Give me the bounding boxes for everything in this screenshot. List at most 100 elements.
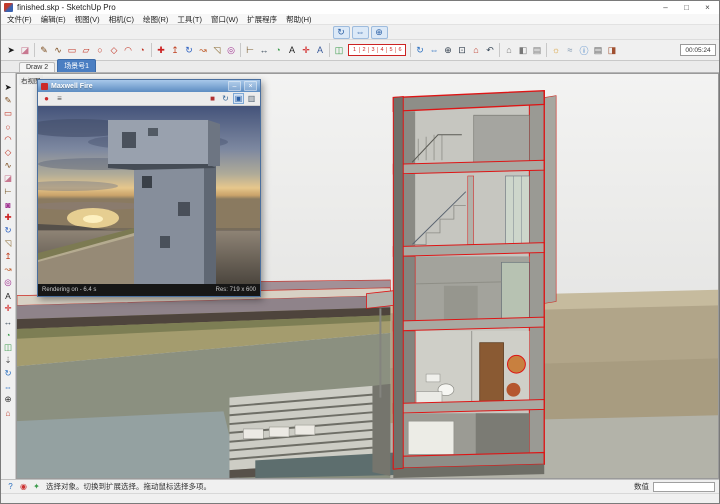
- zoom-extents-tool-icon[interactable]: ⌂: [469, 42, 483, 58]
- section-plane-tool-icon: ◫: [335, 45, 344, 56]
- front-view-icon[interactable]: ⌂: [502, 42, 516, 58]
- circle-tool-icon: ○: [5, 122, 10, 132]
- zoom-camera-icon[interactable]: ⊕: [371, 26, 388, 39]
- orbit-camera-icon[interactable]: ↻: [333, 26, 350, 39]
- line-tool-icon[interactable]: ✎: [37, 42, 51, 58]
- save-image-icon[interactable]: ▣: [233, 93, 244, 104]
- menu-item-1[interactable]: 文件(F): [7, 14, 32, 25]
- paint-bucket-tool-icon[interactable]: ◙: [1, 198, 15, 211]
- circle-tool-icon[interactable]: ○: [93, 42, 107, 58]
- walk-tool-icon[interactable]: ⇣: [1, 354, 15, 367]
- move-tool-icon[interactable]: ✚: [154, 42, 168, 58]
- info-icon[interactable]: ⓘ: [577, 42, 591, 58]
- dimension-tool-icon[interactable]: ↔: [1, 315, 15, 328]
- zoom-window-tool-icon[interactable]: ⊡: [455, 42, 469, 58]
- circle-tool-icon[interactable]: ○: [1, 120, 15, 133]
- axes-tool-icon[interactable]: ✛: [299, 42, 313, 58]
- dimension-tool-icon[interactable]: ↔: [257, 42, 271, 58]
- orbit-tool-icon[interactable]: ↻: [1, 367, 15, 380]
- arc-tool-icon[interactable]: ◠: [1, 133, 15, 146]
- section-plane-tool-icon[interactable]: ◫: [332, 42, 346, 58]
- iso-view-icon[interactable]: ◧: [516, 42, 530, 58]
- render-minimize-button[interactable]: –: [228, 81, 241, 91]
- shadows-toggle-icon[interactable]: ☼: [549, 42, 563, 58]
- render-close-button[interactable]: ×: [244, 81, 257, 91]
- tape-measure-tool-icon[interactable]: ⊢: [243, 42, 257, 58]
- pan-camera-icon[interactable]: ⇔: [352, 26, 369, 39]
- materials-icon[interactable]: ◨: [605, 42, 619, 58]
- maxwell-logo-icon[interactable]: ●: [41, 93, 52, 104]
- zoom-tool-icon[interactable]: ⊕: [1, 393, 15, 406]
- geolocation-icon[interactable]: ◉: [18, 481, 29, 492]
- maxwell-fire-window[interactable]: Maxwell Fire – × ●≡ ■↻▣▥: [37, 79, 261, 297]
- polygon-tool-icon[interactable]: ◇: [1, 146, 15, 159]
- offset-tool-icon[interactable]: ◎: [1, 276, 15, 289]
- eraser-tool-icon[interactable]: ◪: [1, 172, 15, 185]
- line-scale-selector[interactable]: 123456: [348, 44, 406, 56]
- protractor-tool-icon[interactable]: ◔: [271, 42, 285, 58]
- close-button[interactable]: ×: [699, 2, 716, 14]
- channels-icon[interactable]: ▥: [246, 93, 257, 104]
- polygon-tool-icon[interactable]: ◇: [107, 42, 121, 58]
- line-tool-icon[interactable]: ✎: [1, 94, 15, 107]
- render-window-title-bar[interactable]: Maxwell Fire – ×: [38, 80, 260, 92]
- push-pull-tool-icon[interactable]: ↥: [168, 42, 182, 58]
- menu-item-7[interactable]: 窗口(W): [211, 14, 238, 25]
- pie-tool-icon[interactable]: ◔: [135, 42, 149, 58]
- rotated-rectangle-tool-icon[interactable]: ▱: [79, 42, 93, 58]
- text-tool-icon[interactable]: A: [1, 289, 15, 302]
- arc-tool-icon[interactable]: ◠: [121, 42, 135, 58]
- scene-tab-1[interactable]: Draw 2: [19, 62, 55, 72]
- follow-me-tool-icon[interactable]: ↝: [196, 42, 210, 58]
- rectangle-tool-icon[interactable]: ▭: [1, 107, 15, 120]
- freehand-tool-icon[interactable]: ∿: [51, 42, 65, 58]
- refresh-render-icon[interactable]: ↻: [220, 93, 231, 104]
- menu-item-3[interactable]: 视图(V): [75, 14, 100, 25]
- model-viewport[interactable]: 右视图: [16, 73, 719, 479]
- previous-view-icon[interactable]: ↶: [483, 42, 497, 58]
- orbit-tool-icon[interactable]: ↻: [413, 42, 427, 58]
- model-info-icon[interactable]: ▤: [591, 42, 605, 58]
- credits-icon[interactable]: ✦: [31, 481, 42, 492]
- zoom-tool-icon[interactable]: ⊕: [441, 42, 455, 58]
- top-view-icon[interactable]: ▤: [530, 42, 544, 58]
- follow-me-tool-icon[interactable]: ↝: [1, 263, 15, 276]
- rotate-tool-icon[interactable]: ↻: [1, 224, 15, 237]
- push-pull-tool-icon[interactable]: ↥: [1, 250, 15, 263]
- scale-tool-icon[interactable]: ◹: [1, 237, 15, 250]
- select-tool-icon[interactable]: ➤: [1, 81, 15, 94]
- tape-measure-tool-icon[interactable]: ⊢: [1, 185, 15, 198]
- eraser-tool-icon[interactable]: ◪: [18, 42, 32, 58]
- menu-item-2[interactable]: 编辑(E): [41, 14, 66, 25]
- freehand-tool-icon[interactable]: ∿: [1, 159, 15, 172]
- select-tool-icon[interactable]: ➤: [4, 42, 18, 58]
- menu-item-8[interactable]: 扩展程序: [247, 14, 277, 25]
- stop-render-icon[interactable]: ■: [207, 93, 218, 104]
- menu-item-9[interactable]: 帮助(H): [286, 14, 311, 25]
- offset-tool-icon[interactable]: ◎: [224, 42, 238, 58]
- render-menu-icon[interactable]: ≡: [54, 93, 65, 104]
- section-plane-tool-icon[interactable]: ◫: [1, 341, 15, 354]
- menu-item-6[interactable]: 工具(T): [177, 14, 202, 25]
- help-icon[interactable]: ?: [5, 481, 16, 492]
- zoom-extents-tool-icon[interactable]: ⌂: [1, 406, 15, 419]
- minimize-button[interactable]: –: [657, 2, 674, 14]
- maximize-button[interactable]: □: [678, 2, 695, 14]
- move-tool-icon[interactable]: ✚: [1, 211, 15, 224]
- pan-tool-icon[interactable]: ⇔: [427, 42, 441, 58]
- menu-item-5[interactable]: 绘图(R): [143, 14, 168, 25]
- protractor-tool-icon[interactable]: ◔: [1, 328, 15, 341]
- scene-tab-2[interactable]: 场景号1: [57, 59, 96, 72]
- zoom-camera-icon: ⊕: [375, 27, 383, 38]
- axes-tool-icon[interactable]: ✛: [1, 302, 15, 315]
- 3d-text-tool-icon[interactable]: A: [313, 42, 327, 58]
- rectangle-tool-icon[interactable]: ▭: [65, 42, 79, 58]
- fog-toggle-icon[interactable]: ≈: [563, 42, 577, 58]
- rotate-tool-icon[interactable]: ↻: [182, 42, 196, 58]
- pan-tool-icon[interactable]: ⇔: [1, 380, 15, 393]
- menu-item-4[interactable]: 相机(C): [109, 14, 134, 25]
- render-time-display[interactable]: 00:05:24: [680, 44, 716, 56]
- text-tool-icon[interactable]: A: [285, 42, 299, 58]
- measurement-input[interactable]: [653, 482, 715, 492]
- scale-tool-icon[interactable]: ◹: [210, 42, 224, 58]
